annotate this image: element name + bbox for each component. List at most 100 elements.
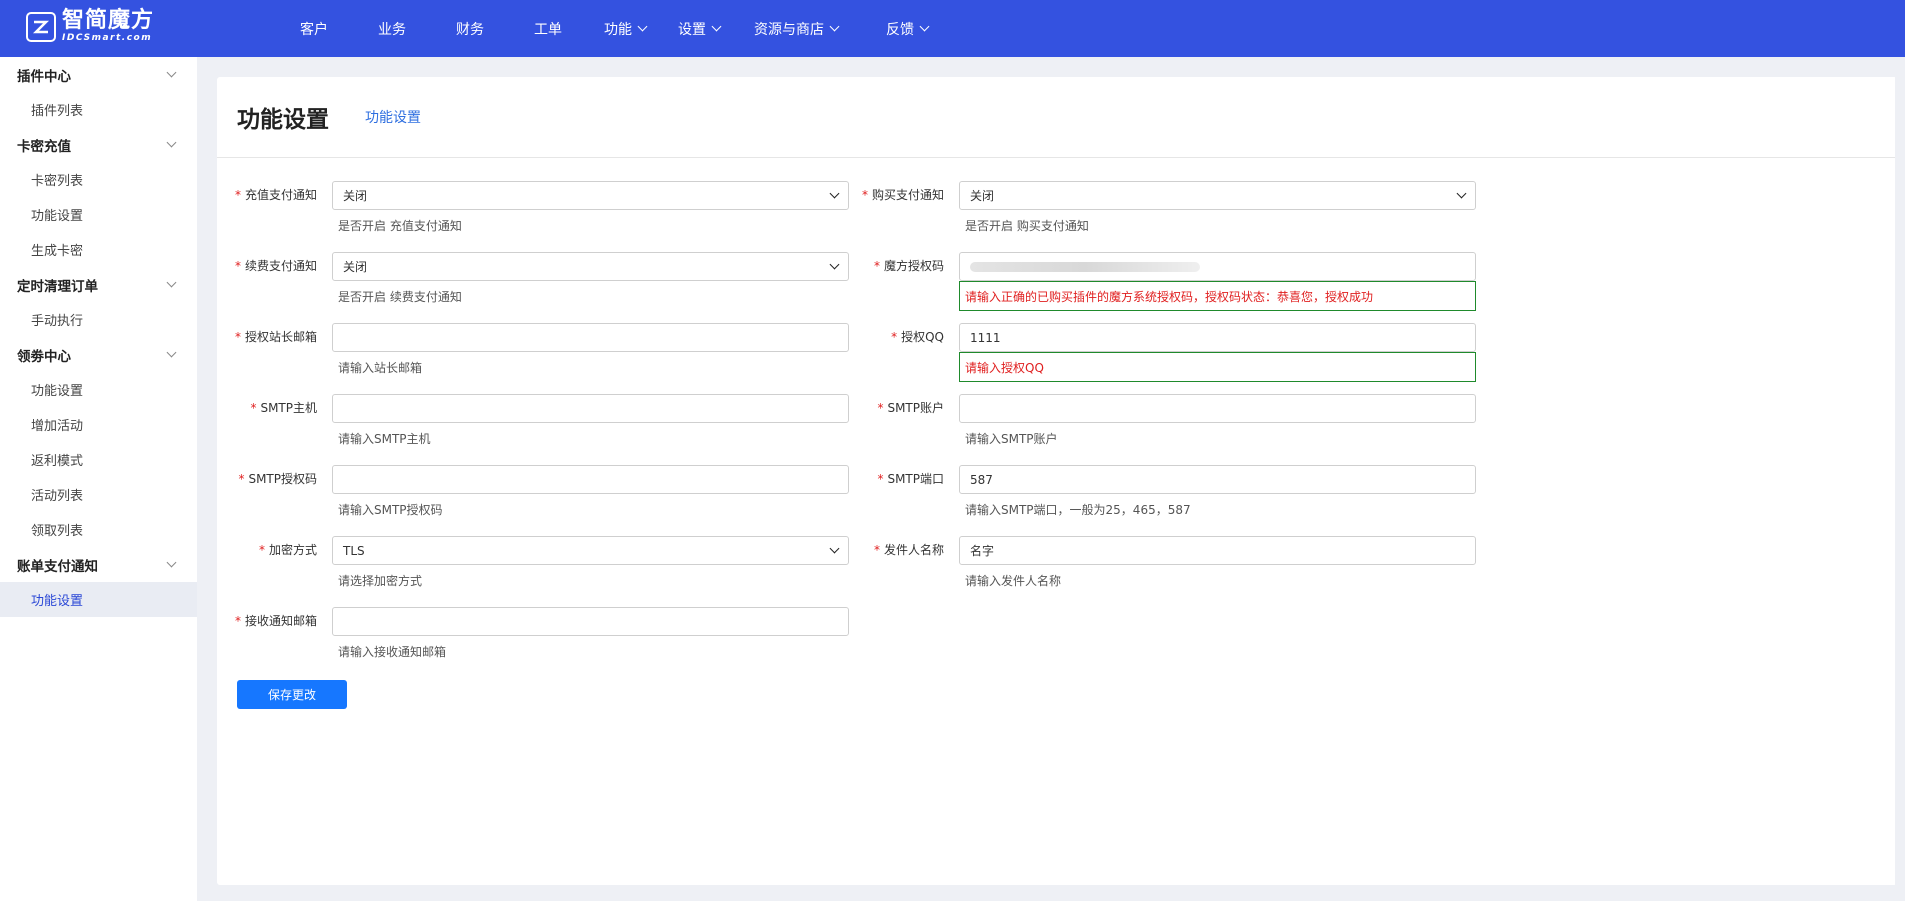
sidebar-group-plugin-center[interactable]: 插件中心 [0,57,197,92]
required-mark: * [873,543,880,557]
chevron-down-icon [637,21,648,32]
smtp-port-input[interactable]: 587 [959,465,1476,494]
renew-notify-select[interactable]: 关闭 [332,252,849,281]
sidebar: 插件中心 插件列表 卡密充值 卡密列表 功能设置 生成卡密 定时清理订单 手动执… [0,57,197,901]
field-label: * 授权QQ [844,328,944,345]
label-text: SMTP授权码 [248,472,317,486]
sidebar-item-label: 功能设置 [31,209,84,224]
save-button[interactable]: 保存更改 [237,680,347,709]
recharge-notify-select[interactable]: 关闭 [332,181,849,210]
label-text: SMTP账户 [887,401,944,415]
receive-email-input[interactable] [332,607,849,636]
field-hint: 请输入SMTP端口，一般为25，465，587 [965,503,1191,517]
tab-settings[interactable]: 功能设置 [365,107,421,127]
field-label: * SMTP主机 [217,399,317,416]
sidebar-item-manual-run[interactable]: 手动执行 [0,302,197,337]
sidebar-item-label: 插件列表 [31,104,84,119]
license-code-input[interactable] [959,252,1476,281]
required-mark: * [234,614,241,628]
nav-resources-store[interactable]: 资源与商店 [754,0,886,57]
smtp-account-input[interactable] [959,394,1476,423]
page-scrollbar[interactable] [1895,57,1905,901]
field-label: * 发件人名称 [844,541,944,558]
sidebar-item-label: 生成卡密 [31,244,84,259]
sidebar-item-card-settings[interactable]: 功能设置 [0,197,197,232]
sidebar-group-label: 领劵中心 [17,348,71,365]
sidebar-item-card-list[interactable]: 卡密列表 [0,162,197,197]
sidebar-group-label: 定时清理订单 [17,278,98,295]
sidebar-item-generate-card[interactable]: 生成卡密 [0,232,197,267]
nav-label: 反馈 [886,21,914,38]
select-value: 关闭 [970,189,995,203]
field-hint: 是否开启 续费支付通知 [338,290,462,304]
field-label: * SMTP端口 [844,470,944,487]
label-text: 购买支付通知 [871,188,944,202]
page-title: 功能设置 [237,107,329,133]
nav-feedback[interactable]: 反馈 [886,0,956,57]
field-label: * 充值支付通知 [217,186,317,203]
sidebar-group-card-recharge[interactable]: 卡密充值 [0,127,197,162]
chevron-down-icon [829,543,840,554]
required-mark: * [891,330,898,344]
smtp-host-input[interactable] [332,394,849,423]
label-text: 加密方式 [268,543,317,557]
label-text: 充值支付通知 [244,188,317,202]
required-mark: * [234,330,241,344]
license-qq-error: 请输入授权QQ [959,352,1476,382]
required-mark: * [877,401,884,415]
purchase-notify-select[interactable]: 关闭 [959,181,1476,210]
sidebar-item-claim-list[interactable]: 领取列表 [0,512,197,547]
nav-customers[interactable]: 客户 [300,0,378,57]
chevron-down-icon [166,67,177,78]
required-mark: * [877,472,884,486]
sidebar-item-rebate-mode[interactable]: 返利模式 [0,442,197,477]
sidebar-item-activity-list[interactable]: 活动列表 [0,477,197,512]
owner-email-input[interactable] [332,323,849,352]
sidebar-item-plugin-list[interactable]: 插件列表 [0,92,197,127]
smtp-password-input[interactable] [332,465,849,494]
sender-name-input[interactable]: 名字 [959,536,1476,565]
chevron-down-icon [829,259,840,270]
field-hint: 请输入接收通知邮箱 [338,645,447,659]
sidebar-item-notify-settings[interactable]: 功能设置 [0,582,197,617]
encryption-select[interactable]: TLS [332,536,849,565]
field-label: * SMTP授权码 [217,470,317,487]
nav-label: 业务 [378,21,406,38]
logo-icon [26,11,56,42]
sidebar-item-label: 返利模式 [31,454,84,469]
sidebar-item-coupon-settings[interactable]: 功能设置 [0,372,197,407]
sidebar-group-bill-payment-notify[interactable]: 账单支付通知 [0,547,197,582]
nav-settings[interactable]: 设置 [678,0,754,57]
nav-business[interactable]: 业务 [378,0,456,57]
field-label: * 加密方式 [217,541,317,558]
sidebar-group-label: 卡密充值 [17,138,71,155]
sidebar-item-label: 增加活动 [31,419,84,434]
redacted-value [970,261,1200,272]
license-qq-input[interactable]: 1111 [959,323,1476,352]
sidebar-group-order-cleanup[interactable]: 定时清理订单 [0,267,197,302]
brand-logo[interactable]: 智简魔方 IDCSmart.com [26,10,154,43]
nav-label: 客户 [300,21,328,38]
sidebar-item-label: 功能设置 [31,384,84,399]
chevron-down-icon [829,21,840,32]
select-value: 关闭 [343,260,368,274]
nav-tickets[interactable]: 工单 [534,0,604,57]
chevron-down-icon [166,137,177,148]
nav-features[interactable]: 功能 [604,0,678,57]
sidebar-item-add-activity[interactable]: 增加活动 [0,407,197,442]
sidebar-group-coupon-center[interactable]: 领劵中心 [0,337,197,372]
sidebar-group-label: 插件中心 [17,68,71,85]
sidebar-item-label: 领取列表 [31,524,84,539]
main-nav: 客户 业务 财务 工单 功能 设置 资源与商店 反馈 [300,0,956,57]
chevron-down-icon [166,347,177,358]
sidebar-item-label: 活动列表 [31,489,84,504]
chevron-down-icon [1456,188,1467,199]
sidebar-item-label: 卡密列表 [31,174,84,189]
chevron-down-icon [166,557,177,568]
field-label: * 授权站长邮箱 [217,328,317,345]
nav-finance[interactable]: 财务 [456,0,534,57]
label-text: 授权站长邮箱 [244,330,317,344]
field-hint: 请选择加密方式 [338,574,423,588]
settings-card: 功能设置 功能设置 * 充值支付通知 关闭 是否开启 充值支付通知 * 购买支付通知… [217,77,1897,885]
required-mark: * [873,259,880,273]
